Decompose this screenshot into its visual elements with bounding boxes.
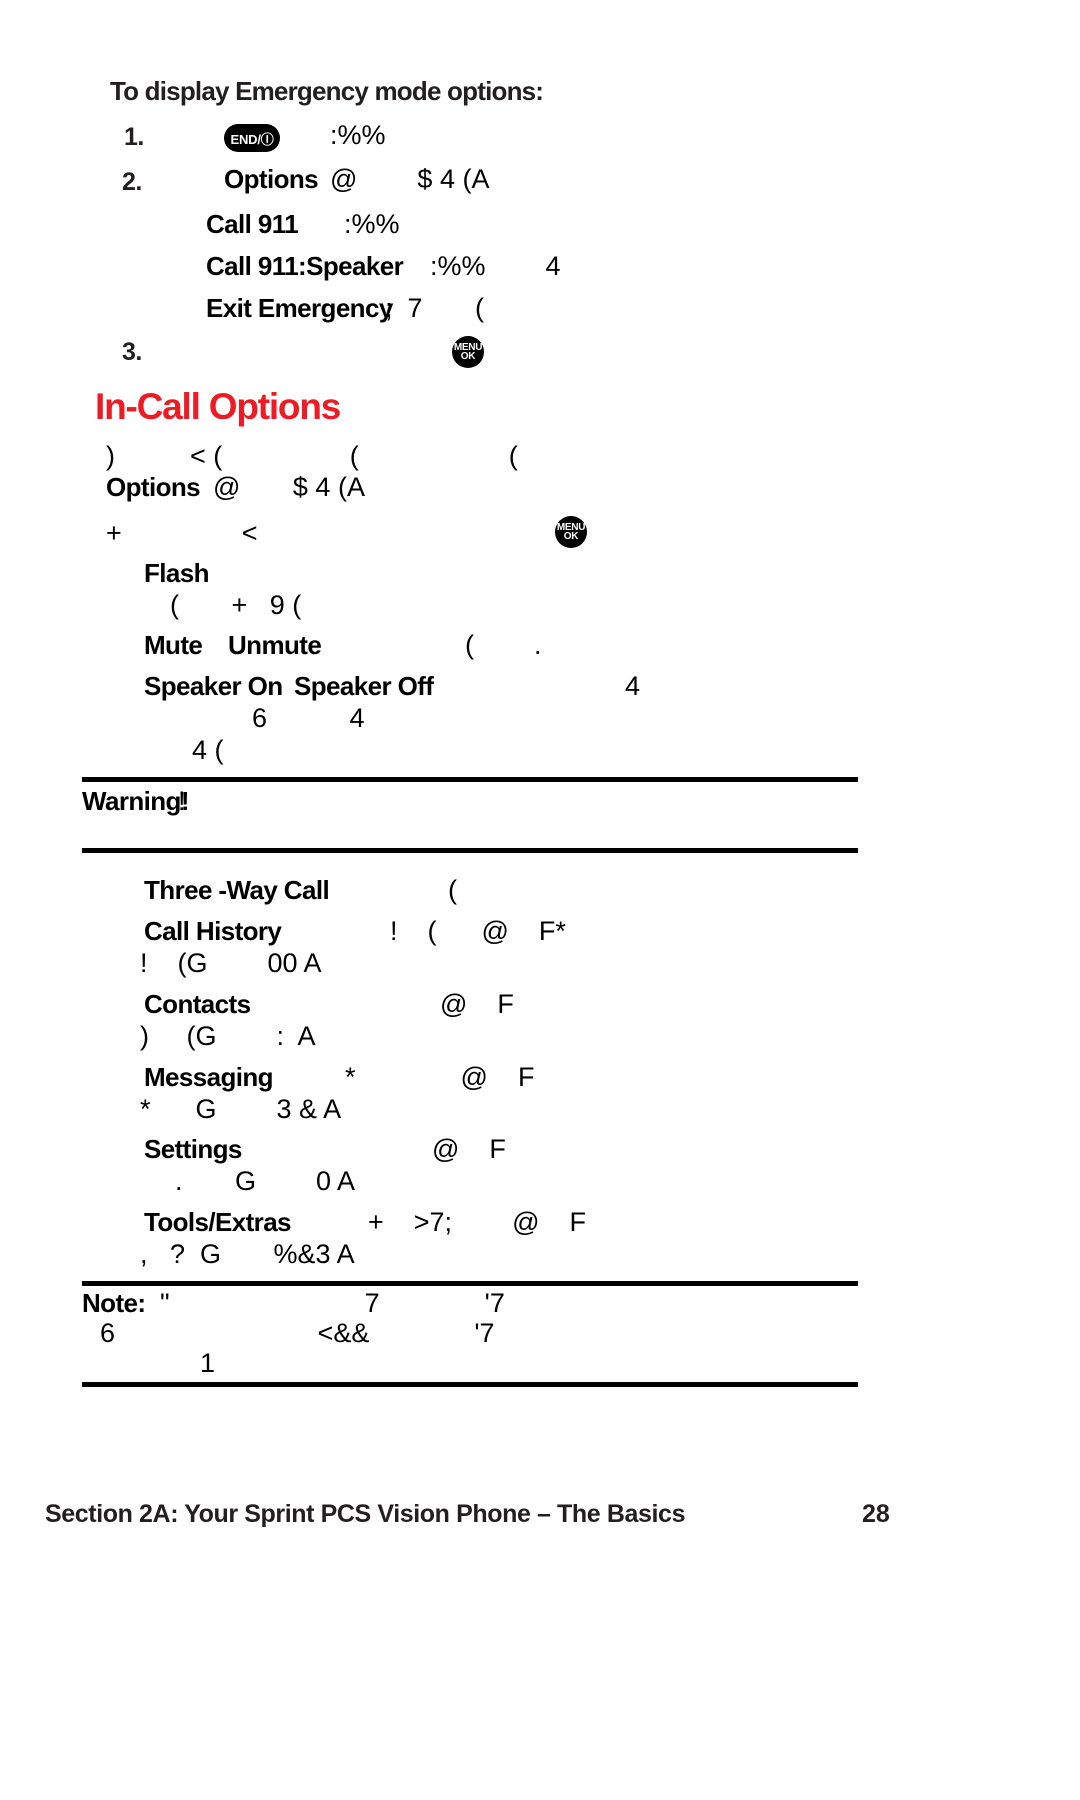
menu-ok-key-2-line2: OK [563,531,579,542]
warning-rule-bottom [82,848,858,853]
incall-option-flash-text: ( + 9 ( [170,590,302,620]
incall-option-flash-label: Flash [144,558,210,588]
menu-option-contacts-text: @ F [440,989,514,1019]
warning-text: ! [178,786,186,816]
step-number-2: 2. [122,168,142,196]
emergency-option-call911-label: Call 911 [206,209,299,239]
emergency-option-exit-label: Exit Emergency [206,293,393,323]
menu-option-messaging-text: * @ F [345,1062,535,1092]
emergency-option-call911-speaker-label: Call 911:Speaker [206,251,404,281]
menu-option-call-history-text-2: ! (G 00 A [140,948,322,978]
step-number-1: 1. [124,123,144,151]
incall-option-speaker-text: 4 [625,671,641,701]
note-text-line-1: " 7 '7 [160,1288,505,1318]
incall-option-mute-text: ( . [465,630,542,660]
warning-rule-top [82,777,858,782]
section-heading-in-call-options: In-Call Options [95,386,341,427]
menu-option-settings-text-2: . G 0 A [175,1166,356,1196]
menu-ok-key-line2: OK [460,351,476,362]
manual-page: To display Emergency mode options: 1. EN… [0,0,1080,1800]
menu-option-contacts-text-2: ) (G : A [140,1021,316,1051]
menu-option-call-history-text: ! ( @ F* [390,916,566,946]
step-2-text: @ $ 4 (A [330,164,490,194]
page-title: To display Emergency mode options: [110,76,544,106]
incall-option-unmute-label: Unmute [228,630,322,660]
emergency-option-call911-speaker-text: :%% 4 [430,251,561,281]
menu-option-tools-extras-text-2: , ? G %&3 A [140,1239,355,1269]
step-number-3: 3. [122,338,142,366]
end-power-key-icon: END/Ⓘ [224,124,280,152]
incall-option-mute-label: Mute [144,630,203,660]
note-label: Note: [82,1288,146,1318]
menu-ok-key-icon: MENU OK [452,336,484,368]
menu-ok-key-icon-2: MENU OK [555,516,587,548]
menu-option-contacts-label: Contacts [144,989,251,1019]
menu-option-settings-label: Settings [144,1134,242,1164]
step-1-text: :%% [330,120,386,150]
menu-option-settings-text: @ F [432,1134,506,1164]
footer-section-label: Section 2A: Your Sprint PCS Vision Phone… [45,1500,686,1528]
incall-option-speaker-off-label: Speaker Off [294,671,434,701]
menu-option-tools-extras-text: + >7; @ F [368,1207,586,1237]
note-rule-bottom [82,1382,858,1387]
incall-intro-line-3: + < [106,518,258,548]
note-rule-top [82,1281,858,1286]
incall-option-speaker-on-label: Speaker On [144,671,283,701]
footer-page-number: 28 [862,1500,890,1528]
menu-option-call-history-label: Call History [144,916,282,946]
emergency-option-exit-text: ; 7 ( [385,293,485,323]
menu-option-messaging-label: Messaging [144,1062,274,1092]
emergency-option-call911-text: :%% [344,209,400,239]
note-text-line-2: 6 <&& '7 [100,1318,495,1348]
menu-option-three-way-call-text: ( [448,875,457,905]
menu-option-messaging-text-2: * G 3 & A [140,1094,342,1124]
incall-intro-line-2: @ $ 4 (A [213,472,365,502]
incall-intro-line-1: ) < ( ( ( [106,441,518,471]
menu-option-three-way-call-label: Three -Way Call [144,875,330,905]
step-2-option-label: Options [224,164,319,194]
menu-option-tools-extras-label: Tools/Extras [144,1207,292,1237]
incall-intro-options-label: Options [106,472,201,502]
warning-label: Warning! [82,786,189,816]
incall-option-speaker-text-2: 6 4 [252,703,365,733]
incall-option-speaker-text-3: 4 ( [192,735,224,765]
note-text-line-3: 1 [200,1348,216,1378]
